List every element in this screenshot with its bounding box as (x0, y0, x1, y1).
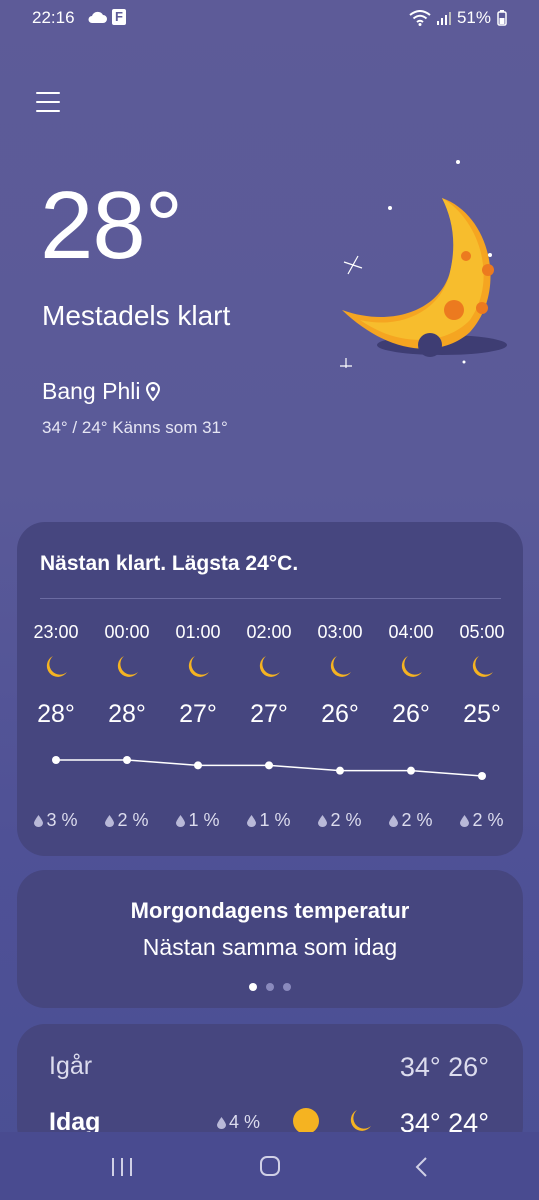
hour-precipitation: 3 % (20, 810, 92, 831)
cloud-icon (88, 11, 107, 23)
status-time: 22:16 (32, 8, 75, 27)
back-button[interactable] (414, 1156, 428, 1178)
precip-value: 3 % (46, 810, 78, 830)
hour-precipitation: 1 % (233, 810, 305, 831)
raindrop-icon (389, 815, 399, 827)
precip-value: 2 % (472, 810, 504, 830)
hour-time: 03:00 (317, 622, 363, 642)
hour-time: 05:00 (459, 622, 505, 642)
location[interactable]: Bang Phli (42, 378, 161, 405)
moon-icon (350, 1110, 371, 1131)
page-dot (249, 983, 257, 991)
moon-icon (401, 656, 422, 677)
recent-apps-button[interactable] (112, 1158, 132, 1176)
temperature-graph (52, 756, 486, 780)
moon-icon (330, 656, 351, 677)
wifi-icon (409, 10, 431, 26)
raindrop-icon (217, 1117, 226, 1129)
precip-value: 2 % (117, 810, 149, 830)
raindrop-icon (247, 815, 257, 827)
precip-value: 1 % (259, 810, 291, 830)
precip-value: 2 % (401, 810, 433, 830)
hour-temperature: 28° (108, 700, 146, 728)
moon-icon (46, 656, 67, 677)
day-row-yesterday[interactable]: Igår 34° 26° (49, 1052, 489, 1092)
status-right: 51% (409, 8, 507, 28)
hour-temperature: 28° (37, 700, 75, 728)
precip-value: 2 % (330, 810, 362, 830)
hour-precipitation: 2 % (304, 810, 376, 831)
hour-precipitation: 2 % (91, 810, 163, 831)
sun-icon (293, 1108, 319, 1134)
battery-icon (497, 10, 507, 26)
page-indicator (17, 983, 523, 991)
temperature-point (265, 761, 273, 770)
hour-precipitation: 2 % (375, 810, 447, 831)
temperature-point (478, 772, 486, 780)
menu-icon[interactable] (36, 92, 60, 114)
signal-icon (436, 12, 451, 25)
hour-temperature: 25° (463, 700, 501, 728)
moon-icon (259, 656, 280, 677)
hour-precipitation: 1 % (162, 810, 234, 831)
temperature-point (194, 761, 202, 770)
temperature-point (52, 756, 60, 764)
raindrop-icon (34, 815, 44, 827)
temperature-point (336, 766, 344, 775)
hour-time: 23:00 (33, 622, 79, 642)
raindrop-icon (460, 815, 470, 827)
divider (40, 598, 501, 599)
location-name: Bang Phli (42, 378, 141, 404)
app-notification-icon: F (112, 9, 126, 25)
temperature-point (123, 756, 131, 764)
tomorrow-subtitle: Nästan samma som idag (142, 934, 398, 960)
hourly-scroll-list[interactable]: 23:00 28° 3 % 00:00 28° 2 % 01:00 27° 1 % 02:00 27… (17, 608, 505, 848)
hourly-forecast-card[interactable]: Nästan klart. Lägsta 24°C. 23:00 28° 3 % 00… (17, 522, 523, 856)
day-precipitation: 4 % (217, 1112, 260, 1133)
hour-time: 01:00 (175, 622, 221, 642)
current-condition: Mestadels klart (42, 300, 231, 331)
hour-temperature: 26° (392, 700, 430, 728)
hour-time: 02:00 (246, 622, 292, 642)
page-dot (266, 983, 274, 991)
hour-temperature: 27° (250, 700, 288, 728)
tomorrow-temperature-card[interactable]: Morgondagens temperatur Nästan samma som… (17, 870, 523, 1008)
moon-illustration (340, 160, 507, 368)
current-temperature: 28° (40, 172, 183, 279)
battery-percent: 51% (456, 8, 491, 27)
moon-icon (188, 656, 209, 677)
location-pin-icon (146, 382, 161, 401)
navigation-bar (0, 1132, 539, 1200)
moon-icon (472, 656, 493, 677)
hour-time: 04:00 (388, 622, 434, 642)
precip-value: 1 % (188, 810, 220, 830)
home-button[interactable] (260, 1156, 280, 1176)
day-label: Igår (49, 1052, 93, 1080)
raindrop-icon (318, 815, 328, 827)
hilo-feels-like: 34° / 24° Känns som 31° (42, 418, 228, 437)
raindrop-icon (105, 815, 115, 827)
hour-precipitation: 2 % (446, 810, 505, 831)
raindrop-icon (176, 815, 186, 827)
hour-temperature: 26° (321, 700, 359, 728)
hour-temperature: 27° (179, 700, 217, 728)
moon-icon (117, 656, 138, 677)
tomorrow-title: Morgondagens temperatur (130, 898, 410, 923)
status-bar: 22:16 F 51% (0, 0, 539, 36)
page-dot (283, 983, 291, 991)
day-temperatures: 34° 26° (399, 1052, 489, 1082)
temperature-point (407, 766, 415, 775)
hour-time: 00:00 (104, 622, 150, 642)
hourly-summary: Nästan klart. Lägsta 24°C. (40, 552, 299, 575)
